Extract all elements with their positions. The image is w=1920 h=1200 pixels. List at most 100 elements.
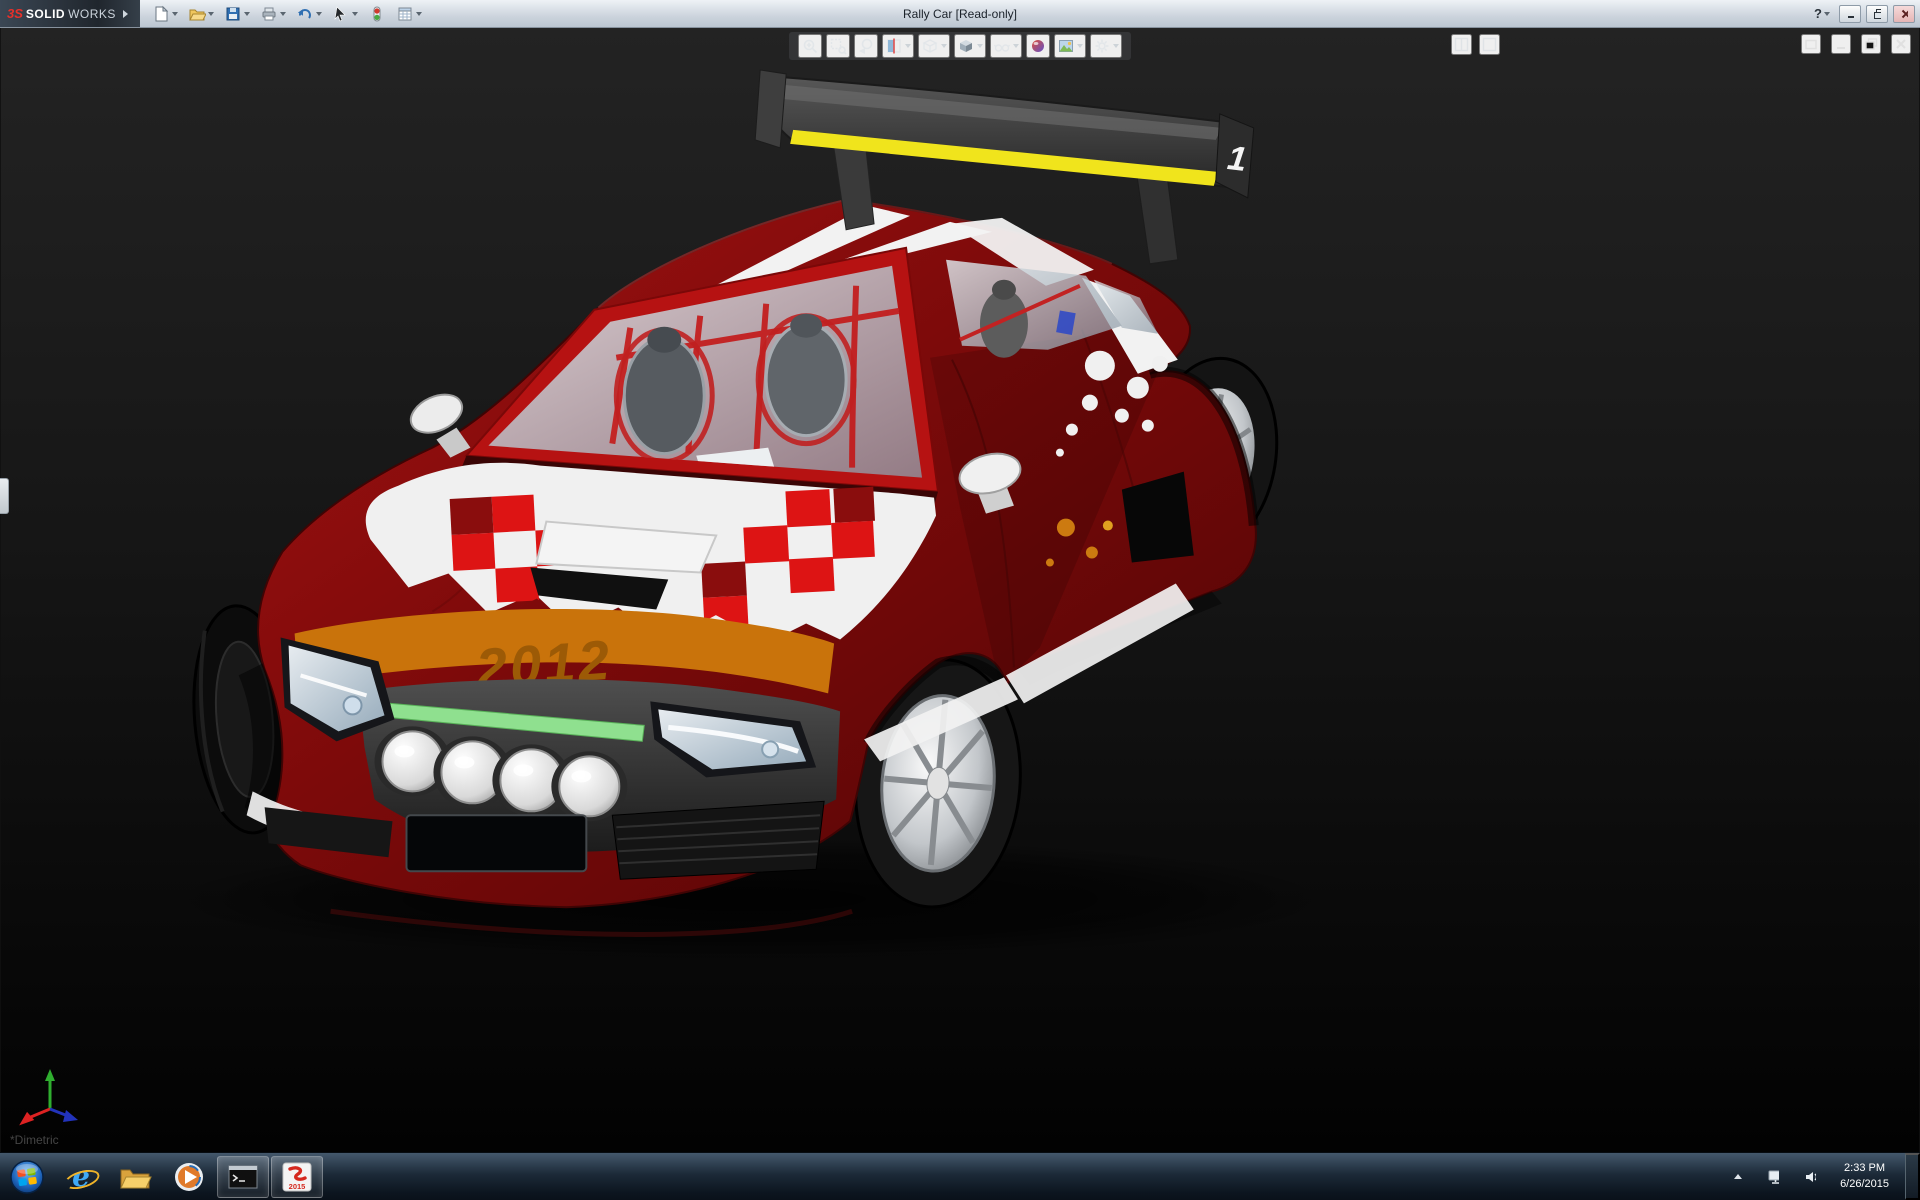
- section-view-icon: [885, 37, 903, 55]
- doc-restore-icon: [1864, 37, 1878, 51]
- solidworks-app-icon: 2015: [282, 1162, 312, 1192]
- select-button[interactable]: [328, 2, 362, 26]
- taskbar-file-explorer[interactable]: [109, 1156, 161, 1198]
- system-tray: 2:33 PM 6/26/2015: [1726, 1153, 1920, 1200]
- 3d-model-render[interactable]: 2012: [0, 28, 1920, 1153]
- print-button[interactable]: [256, 2, 290, 26]
- ie-ring: [62, 1166, 101, 1192]
- single-pane-icon: [1482, 37, 1497, 52]
- document-window-controls: [1801, 34, 1911, 54]
- start-button[interactable]: [1, 1156, 53, 1198]
- single-pane-button[interactable]: [1479, 34, 1500, 55]
- heads-up-view-toolbar: [789, 32, 1131, 60]
- pane-controls: [1451, 34, 1500, 55]
- solidworks-badge-year: 2015: [289, 1182, 306, 1191]
- dropdown-caret-icon[interactable]: [280, 12, 286, 16]
- open-button[interactable]: [184, 2, 218, 26]
- volume-icon: [1804, 1169, 1816, 1185]
- dropdown-caret-icon[interactable]: [1113, 44, 1119, 48]
- print-icon: [260, 5, 278, 23]
- dropdown-caret-icon[interactable]: [244, 12, 250, 16]
- minimize-icon: [1846, 8, 1854, 20]
- scene-icon: [1057, 37, 1075, 55]
- orientation-triad: [16, 1067, 82, 1127]
- split-pane-button[interactable]: [1451, 34, 1472, 55]
- taskbar-internet-explorer[interactable]: e: [55, 1156, 107, 1198]
- eyeglasses-icon: [993, 37, 1011, 55]
- zoom-to-area-button[interactable]: [826, 34, 850, 58]
- edit-appearance-button[interactable]: [1026, 34, 1050, 58]
- network-icon: [1767, 1169, 1779, 1185]
- doc-close-button[interactable]: [1891, 34, 1911, 54]
- dropdown-caret-icon[interactable]: [316, 12, 322, 16]
- section-view-button[interactable]: [882, 34, 914, 58]
- windows-taskbar: e 2015: [0, 1152, 1920, 1200]
- chevron-up-icon: [1734, 1174, 1742, 1179]
- dropdown-caret-icon[interactable]: [172, 12, 178, 16]
- hide-show-items-button[interactable]: [990, 34, 1022, 58]
- previous-view-button[interactable]: [854, 34, 878, 58]
- undo-icon: [296, 5, 314, 23]
- help-button[interactable]: ?: [1810, 3, 1834, 24]
- taskbar-clock[interactable]: 2:33 PM 6/26/2015: [1833, 1161, 1896, 1192]
- view-settings-button[interactable]: [1090, 34, 1122, 58]
- command-prompt-icon: [228, 1165, 258, 1189]
- tray-network-button[interactable]: [1760, 1156, 1786, 1198]
- rebuild-icon: [368, 5, 386, 23]
- taskbar-command-prompt[interactable]: [217, 1156, 269, 1198]
- view-orientation-label: *Dimetric: [10, 1133, 59, 1147]
- dropdown-caret-icon[interactable]: [1824, 12, 1830, 16]
- dropdown-caret-icon[interactable]: [941, 44, 947, 48]
- dropdown-caret-icon[interactable]: [1013, 44, 1019, 48]
- solidworks-logo: 3S SOLIDWORKS: [0, 0, 140, 27]
- rebuild-button[interactable]: [364, 2, 390, 26]
- app-restore-button[interactable]: [1866, 5, 1888, 23]
- options-button[interactable]: [392, 2, 426, 26]
- doc-minimize-button[interactable]: [1831, 34, 1851, 54]
- save-button[interactable]: [220, 2, 254, 26]
- zoom-to-fit-button[interactable]: [798, 34, 822, 58]
- dropdown-caret-icon[interactable]: [977, 44, 983, 48]
- dassault-logo-icon: 3S: [7, 6, 23, 21]
- options-sheet-icon: [396, 5, 414, 23]
- menu-expand-icon[interactable]: [123, 10, 128, 18]
- car-license-plate[interactable]: [406, 815, 586, 871]
- previous-view-icon: [857, 37, 875, 55]
- taskbar-media-player[interactable]: [163, 1156, 215, 1198]
- title-bar: 3S SOLIDWORKS: [0, 0, 1920, 28]
- view-orientation-button[interactable]: [918, 34, 950, 58]
- show-desktop-button[interactable]: [1905, 1153, 1920, 1200]
- media-player-icon: [173, 1161, 205, 1193]
- taskbar-solidworks[interactable]: 2015: [271, 1156, 323, 1198]
- dropdown-caret-icon[interactable]: [208, 12, 214, 16]
- feature-manager-flyout-tab[interactable]: [0, 478, 9, 514]
- windows-start-orb-icon: [8, 1158, 46, 1196]
- standard-toolbar: [148, 2, 426, 26]
- doc-float-button[interactable]: [1801, 34, 1821, 54]
- view-settings-gear-icon: [1093, 37, 1111, 55]
- dropdown-caret-icon[interactable]: [905, 44, 911, 48]
- dropdown-caret-icon[interactable]: [416, 12, 422, 16]
- new-document-button[interactable]: [148, 2, 182, 26]
- tray-overflow-button[interactable]: [1727, 1156, 1749, 1198]
- brand-text-solid: SOLID: [26, 7, 65, 21]
- tray-volume-button[interactable]: [1797, 1156, 1823, 1198]
- open-folder-icon: [188, 5, 206, 23]
- close-icon: [1900, 8, 1908, 20]
- doc-restore-button[interactable]: [1861, 34, 1881, 54]
- app-close-button[interactable]: [1893, 5, 1915, 23]
- select-cursor-icon: [332, 5, 350, 23]
- zoom-to-area-icon: [829, 37, 847, 55]
- display-style-button[interactable]: [954, 34, 986, 58]
- dropdown-caret-icon[interactable]: [1077, 44, 1083, 48]
- save-icon: [224, 5, 242, 23]
- doc-close-icon: [1894, 37, 1908, 51]
- graphics-area[interactable]: 2012: [0, 28, 1920, 1153]
- clock-date: 6/26/2015: [1840, 1177, 1889, 1192]
- apply-scene-button[interactable]: [1054, 34, 1086, 58]
- app-minimize-button[interactable]: [1839, 5, 1861, 23]
- dropdown-caret-icon[interactable]: [352, 12, 358, 16]
- doc-float-icon: [1804, 37, 1818, 51]
- undo-button[interactable]: [292, 2, 326, 26]
- internet-explorer-icon: e: [64, 1160, 98, 1194]
